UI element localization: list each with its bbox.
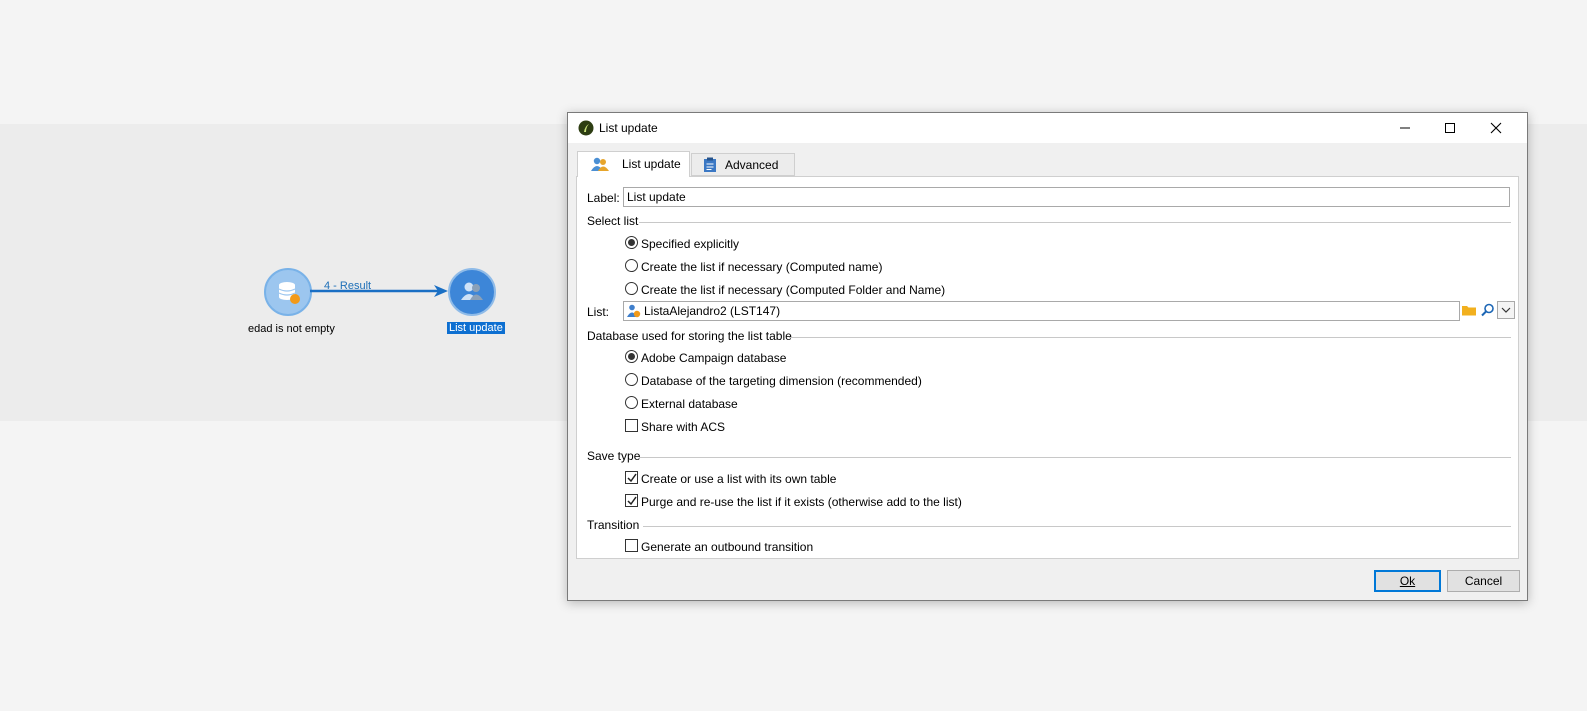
tab-list-update[interactable]: List update — [577, 151, 690, 177]
list-update-dialog: List update List update Advanced Label: … — [567, 112, 1528, 601]
list-users-icon — [591, 157, 609, 171]
option-label: Purge and re-use the list if it exists (… — [641, 495, 962, 509]
divider — [643, 526, 1511, 527]
save-type-heading: Save type — [587, 449, 641, 463]
list-value: ListaAlejandro2 (LST147) — [644, 304, 781, 318]
close-button[interactable] — [1474, 113, 1518, 143]
checkbox-outbound-transition[interactable] — [625, 539, 638, 552]
radio-computed-folder-name[interactable] — [625, 282, 638, 295]
list-update-node-label[interactable]: List update — [447, 322, 505, 334]
radio-targeting-dimension-db[interactable] — [625, 373, 638, 386]
checkbox-purge-reuse[interactable] — [625, 494, 638, 507]
maximize-icon — [1445, 123, 1455, 133]
app-logo-icon — [578, 120, 594, 136]
option-label: Specified explicitly — [641, 237, 740, 251]
radio-computed-name[interactable] — [625, 259, 638, 272]
divider — [639, 457, 1511, 458]
checkmark-icon — [627, 496, 637, 506]
checkbox-share-acs[interactable] — [625, 419, 638, 432]
list-update-tab-panel: Label: List update Select list Specified… — [576, 176, 1519, 559]
option-label: Create or use a list with its own table — [641, 472, 837, 486]
folder-icon — [1462, 306, 1476, 316]
chevron-down-icon — [1501, 307, 1511, 313]
tab-label: List update — [622, 157, 681, 171]
option-label: Create the list if necessary (Computed F… — [641, 283, 946, 297]
tab-label: Advanced — [725, 158, 779, 172]
list-field-label: List: — [587, 305, 610, 319]
dialog-title: List update — [599, 121, 658, 135]
list-input[interactable]: ListaAlejandro2 (LST147) — [623, 301, 1460, 321]
query-activity-node[interactable] — [264, 268, 312, 316]
dialog-titlebar[interactable]: List update — [568, 113, 1527, 143]
option-label: Create the list if necessary (Computed n… — [641, 260, 883, 274]
label-input[interactable]: List update — [623, 187, 1510, 207]
radio-specified-explicitly[interactable] — [625, 236, 638, 249]
transition-heading: Transition — [587, 518, 640, 532]
query-node-label: edad is not empty — [248, 323, 335, 335]
clipboard-icon — [704, 157, 716, 172]
list-update-icon — [461, 282, 483, 300]
search-icon — [1481, 303, 1494, 317]
option-label: External database — [641, 397, 738, 411]
database-query-icon — [278, 282, 300, 304]
checkmark-icon — [627, 473, 637, 483]
select-list-heading: Select list — [587, 214, 639, 228]
divider — [639, 222, 1511, 223]
transition-label: 4 - Result — [324, 280, 372, 292]
ok-button-label: Ok — [1399, 574, 1416, 588]
browse-folder-button[interactable] — [1460, 301, 1478, 319]
maximize-button[interactable] — [1428, 113, 1472, 143]
label-field-label: Label: — [587, 191, 620, 205]
cancel-button[interactable]: Cancel — [1447, 570, 1520, 592]
tab-advanced[interactable]: Advanced — [691, 153, 795, 176]
list-users-icon — [627, 304, 641, 318]
list-update-activity-node[interactable] — [448, 268, 496, 316]
database-heading: Database used for storing the list table — [587, 329, 792, 343]
option-label: Share with ACS — [641, 420, 726, 434]
ok-button[interactable]: Ok — [1374, 570, 1441, 592]
option-label: Database of the targeting dimension (rec… — [641, 374, 922, 388]
minimize-button[interactable] — [1383, 113, 1427, 143]
divider — [789, 337, 1511, 338]
option-label: Generate an outbound transition — [641, 540, 814, 554]
search-list-button[interactable] — [1479, 301, 1497, 319]
option-label: Adobe Campaign database — [641, 351, 787, 365]
radio-external-db[interactable] — [625, 396, 638, 409]
list-dropdown-button[interactable] — [1497, 301, 1515, 319]
close-icon — [1490, 122, 1502, 134]
radio-adobe-campaign-db[interactable] — [625, 350, 638, 363]
minimize-icon — [1400, 127, 1410, 129]
checkbox-own-table[interactable] — [625, 471, 638, 484]
